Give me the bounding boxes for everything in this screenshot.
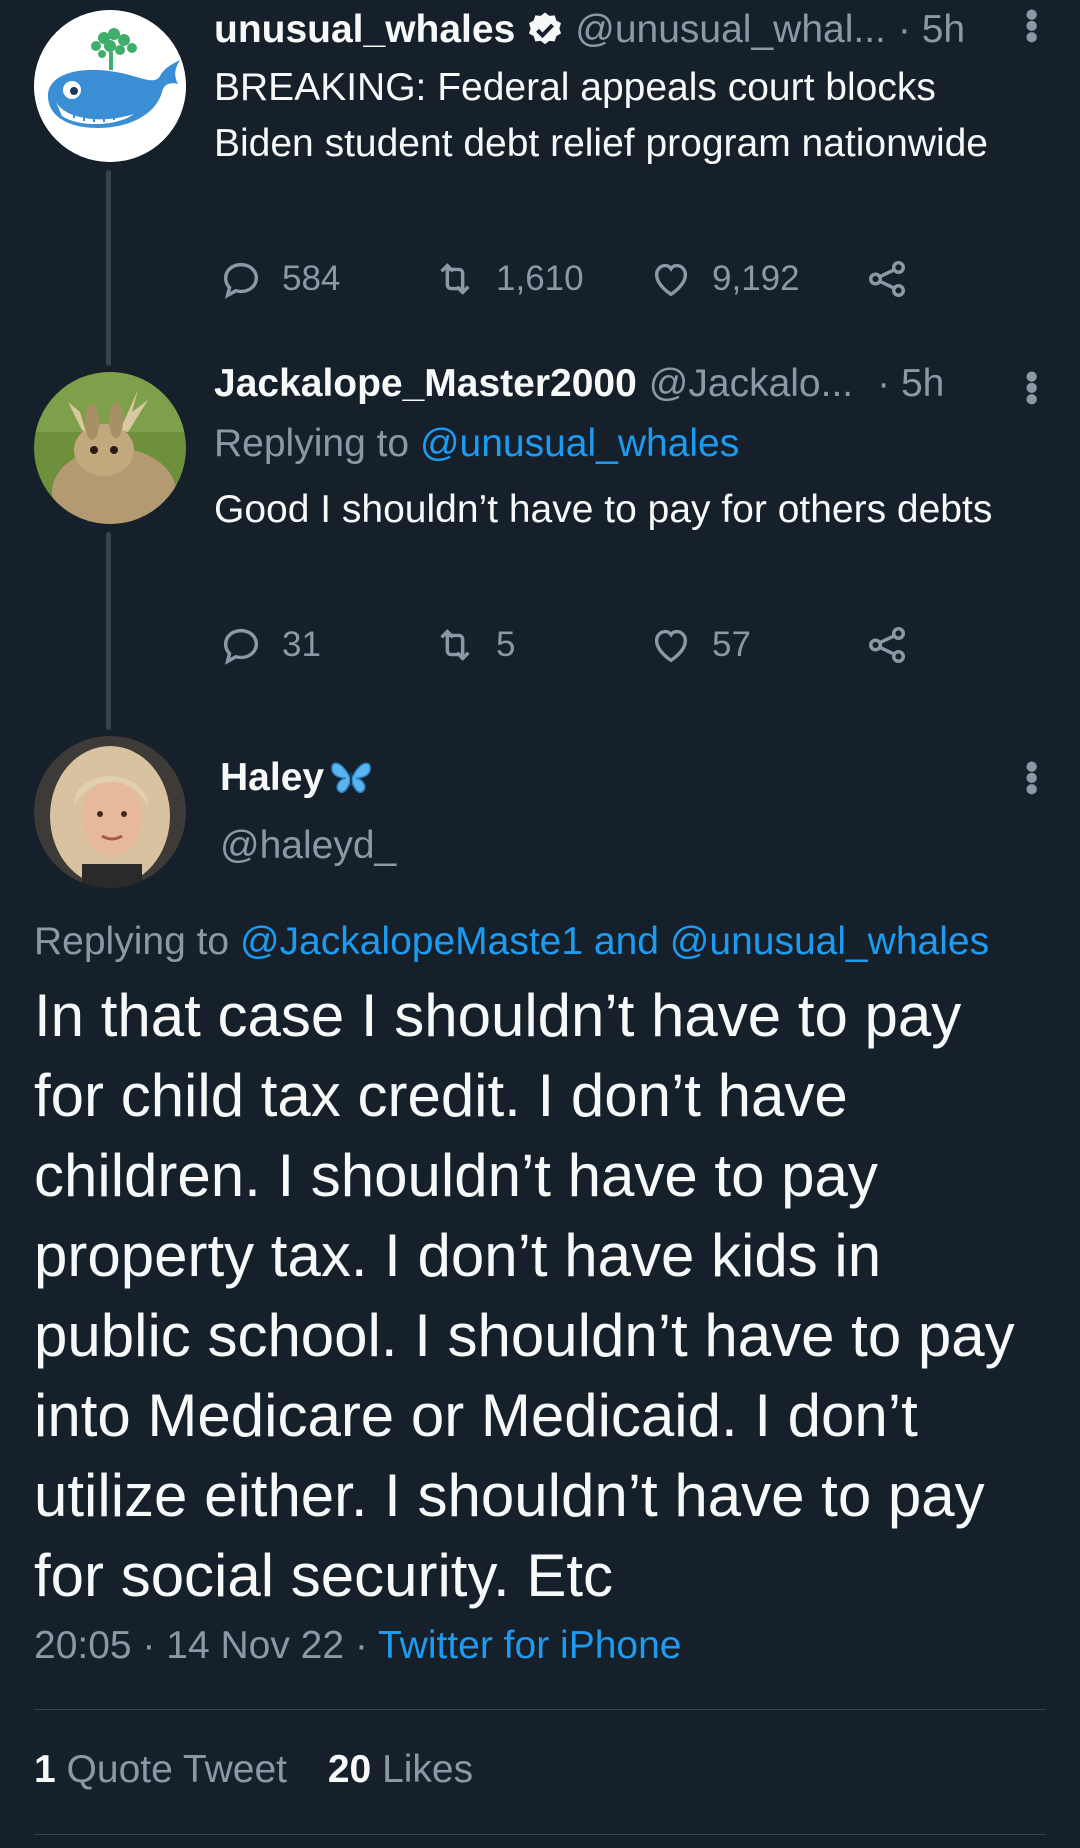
butterfly-emoji-icon: [331, 762, 371, 794]
more-vertical-icon[interactable]: •••: [1010, 760, 1052, 794]
timestamp: 20:05 · 14 Nov 22 ·: [34, 1624, 378, 1667]
tweet2-handle[interactable]: @Jackalo...: [649, 362, 853, 406]
tweet1-handle[interactable]: @unusual_whal...: [575, 8, 886, 52]
main-author-line: Haley: [220, 756, 374, 800]
more-vertical-icon[interactable]: •••: [1010, 370, 1052, 404]
tweet1-header: unusual_whales @unusual_whal... · 5h: [214, 8, 994, 52]
replying-to-links[interactable]: @JackalopeMaste1 and @unusual_whales: [240, 920, 989, 963]
divider: [34, 1709, 1046, 1710]
reply-count: 31: [282, 625, 321, 664]
tweet2-time[interactable]: · 5h: [877, 362, 944, 406]
verified-badge-icon: [529, 12, 562, 45]
share-button[interactable]: [864, 622, 910, 668]
likes-label: Likes: [382, 1748, 474, 1791]
quote-label: Quote Tweet: [66, 1748, 287, 1791]
avatar-unusual-whales[interactable]: [34, 10, 186, 162]
jackalope-photo-icon: [34, 372, 186, 524]
main-author-handle[interactable]: @haleyd_: [220, 824, 396, 868]
tweet2-author-name[interactable]: Jackalope_Master2000: [214, 362, 637, 406]
main-tweet-text: In that case I shouldn’t have to pay for…: [34, 982, 1015, 1609]
heart-icon: [654, 263, 688, 297]
tweet1-actions: 584 1,610 9,192: [214, 256, 1014, 306]
source-link[interactable]: Twitter for iPhone: [378, 1624, 681, 1667]
share-button[interactable]: [864, 256, 910, 302]
avatar-haley[interactable]: [34, 736, 186, 888]
main-timestamp-line: 20:05 · 14 Nov 22 · Twitter for iPhone: [34, 1624, 681, 1668]
like-button[interactable]: 57: [648, 622, 751, 668]
retweet-icon: [440, 629, 470, 661]
retweet-count: 1,610: [496, 259, 584, 298]
share-icon: [868, 260, 906, 298]
tweet2-header: Jackalope_Master2000 @Jackalo... · 5h: [214, 362, 994, 406]
whale-logo-icon: [34, 10, 186, 162]
like-count: 9,192: [712, 259, 800, 298]
retweet-count: 5: [496, 625, 516, 664]
likes-stat[interactable]: 20 Likes: [328, 1748, 473, 1791]
tweet1-author-name[interactable]: unusual_whales: [214, 8, 515, 52]
tweet1-time[interactable]: · 5h: [898, 8, 965, 52]
reply-button[interactable]: 584: [218, 256, 340, 302]
main-replying-line: Replying to @JackalopeMaste1 and @unusua…: [34, 920, 989, 964]
haley-photo-icon: [34, 736, 186, 888]
thread-connector-line: [106, 532, 111, 730]
tweet2-text: Good I shouldn’t have to pay for others …: [214, 488, 993, 531]
more-vertical-icon[interactable]: •••: [1010, 8, 1052, 42]
quote-count: 1: [34, 1748, 56, 1791]
share-icon: [868, 626, 906, 664]
tweet1-text: BREAKING: Federal appeals court blocks B…: [214, 66, 988, 165]
like-count: 57: [712, 625, 751, 664]
divider: [34, 1834, 1046, 1835]
avatar-jackalope[interactable]: [34, 372, 186, 524]
reply-count: 584: [282, 259, 341, 298]
tweet2-actions: 31 5 57: [214, 622, 1014, 672]
retweet-button[interactable]: 5: [432, 622, 515, 668]
replying-to-link[interactable]: @unusual_whales: [420, 422, 739, 465]
replying-prefix: Replying to: [214, 422, 420, 465]
quote-tweets-stat[interactable]: 1 Quote Tweet: [34, 1748, 298, 1791]
like-button[interactable]: 9,192: [648, 256, 800, 302]
reply-icon: [223, 628, 259, 665]
reply-icon: [223, 262, 259, 299]
retweet-button[interactable]: 1,610: [432, 256, 584, 302]
heart-icon: [654, 629, 688, 663]
tweet2-replying-line: Replying to @unusual_whales: [214, 422, 739, 466]
likes-count: 20: [327, 1748, 372, 1791]
main-author-name[interactable]: Haley: [220, 756, 324, 800]
replying-prefix: Replying to: [34, 920, 240, 963]
retweet-icon: [440, 263, 470, 295]
thread-connector-line: [106, 170, 111, 366]
reply-button[interactable]: 31: [218, 622, 321, 668]
engagement-stats: 1 Quote Tweet 20 Likes: [34, 1748, 473, 1792]
